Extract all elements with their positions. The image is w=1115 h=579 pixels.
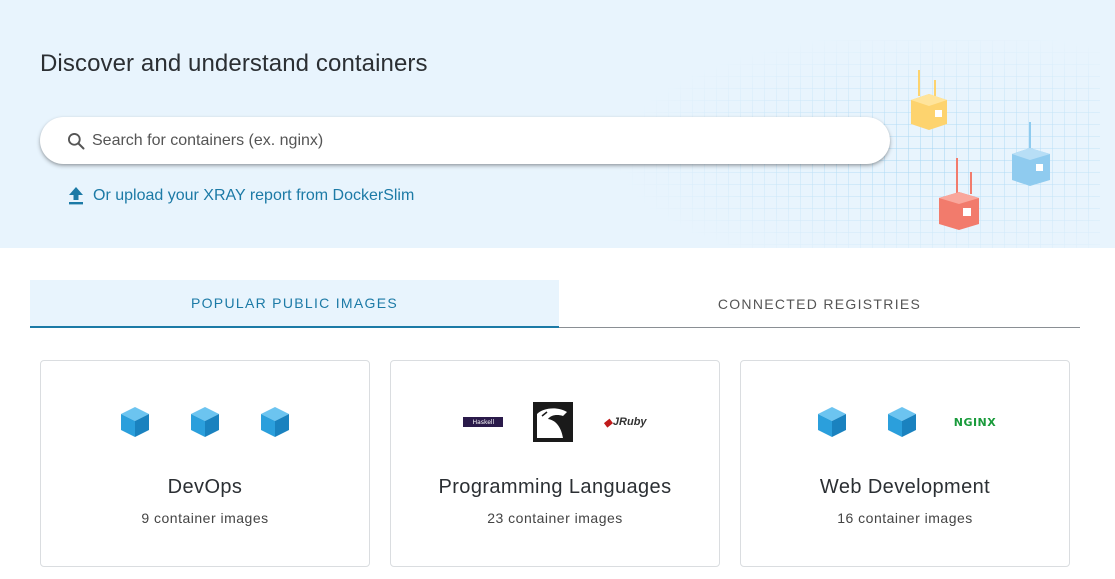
search-bar[interactable] [40, 117, 890, 164]
cube-icon [261, 407, 289, 437]
tab-connected-registries[interactable]: CONNECTED REGISTRIES [559, 280, 1080, 327]
upload-report-link[interactable]: Or upload your XRAY report from DockerSl… [67, 186, 414, 206]
haskell-logo-label: Haskell [472, 418, 495, 426]
racket-logo [533, 402, 574, 442]
card-icons [41, 399, 369, 445]
search-icon [68, 133, 85, 150]
cube-icon [817, 407, 846, 437]
card-image-count: 9 container images [141, 510, 269, 526]
card-icons: Haskell ◆ JRuby [391, 399, 719, 445]
cube-icon [121, 407, 149, 437]
yellow-container-icon [911, 70, 947, 130]
card-title: Programming Languages [438, 476, 672, 498]
cube-icon [191, 407, 219, 437]
card-image-count: 23 container images [487, 510, 623, 526]
card-title: DevOps [167, 476, 243, 498]
jruby-logo: ◆ JRuby [603, 416, 646, 429]
image-tabs: POPULAR PUBLIC IMAGES CONNECTED REGISTRI… [30, 280, 1080, 328]
search-input[interactable] [92, 117, 872, 164]
tab-popular-public-images[interactable]: POPULAR PUBLIC IMAGES [30, 280, 559, 328]
ruby-gem-icon: ◆ [603, 416, 612, 429]
red-container-icon [939, 158, 979, 230]
page-title: Discover and understand containers [40, 50, 428, 77]
jruby-logo-label: JRuby [612, 416, 647, 428]
category-card-programming-languages[interactable]: Haskell ◆ JRuby Programming Languages 23… [390, 360, 720, 567]
blue-container-icon [1012, 122, 1050, 186]
card-icons: NGINX [741, 399, 1069, 445]
nginx-logo: NGINX [954, 416, 997, 429]
upload-report-label: Or upload your XRAY report from DockerSl… [93, 187, 415, 204]
hero-banner: Discover and understand containers Or up… [0, 0, 1115, 248]
category-card-devops[interactable]: DevOps 9 container images [40, 360, 370, 567]
card-image-count: 16 container images [837, 510, 973, 526]
upload-icon [69, 187, 83, 205]
nginx-logo-label: NGINX [953, 415, 997, 429]
cube-icon [887, 407, 916, 437]
category-card-web-development[interactable]: NGINX Web Development 16 container image… [740, 360, 1070, 567]
haskell-logo: Haskell [463, 417, 504, 427]
card-title: Web Development [819, 476, 991, 498]
